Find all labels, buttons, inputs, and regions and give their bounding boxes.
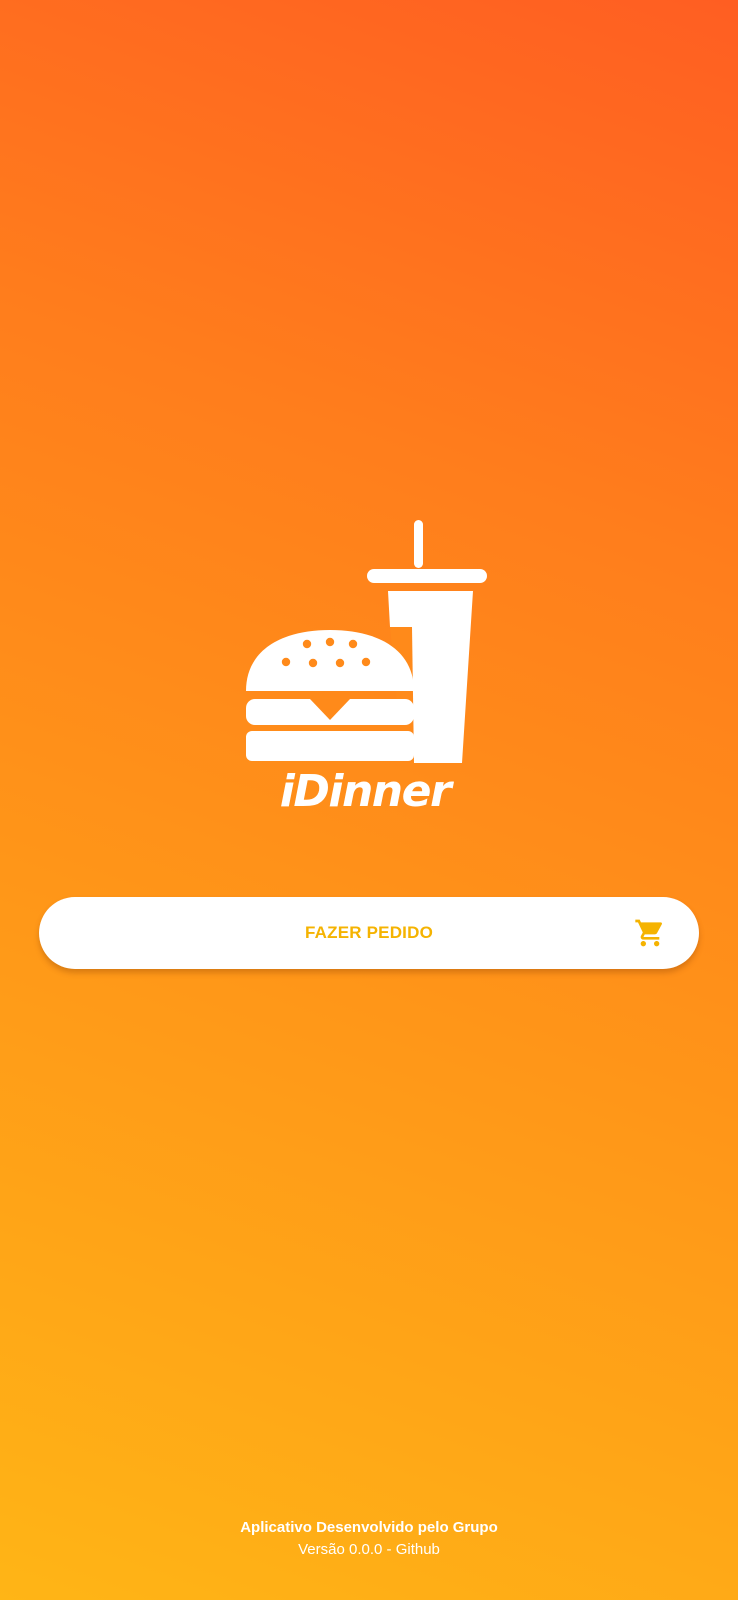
brand-name: iDinner	[279, 766, 452, 817]
footer-separator: -	[382, 1541, 396, 1558]
make-order-button[interactable]: FAZER PEDIDO	[39, 897, 699, 969]
footer-version-line: Versão 0.0.0 - Github	[0, 1541, 738, 1558]
footer-credit: Aplicativo Desenvolvido pelo Grupo	[240, 1519, 498, 1536]
app-logo: iDinner	[240, 515, 490, 830]
version-text: Versão 0.0.0	[298, 1541, 383, 1558]
burger-and-drink-icon	[246, 520, 487, 763]
github-link[interactable]: Github	[396, 1541, 440, 1558]
make-order-button-label: FAZER PEDIDO	[304, 923, 434, 942]
cart-icon	[635, 919, 663, 947]
